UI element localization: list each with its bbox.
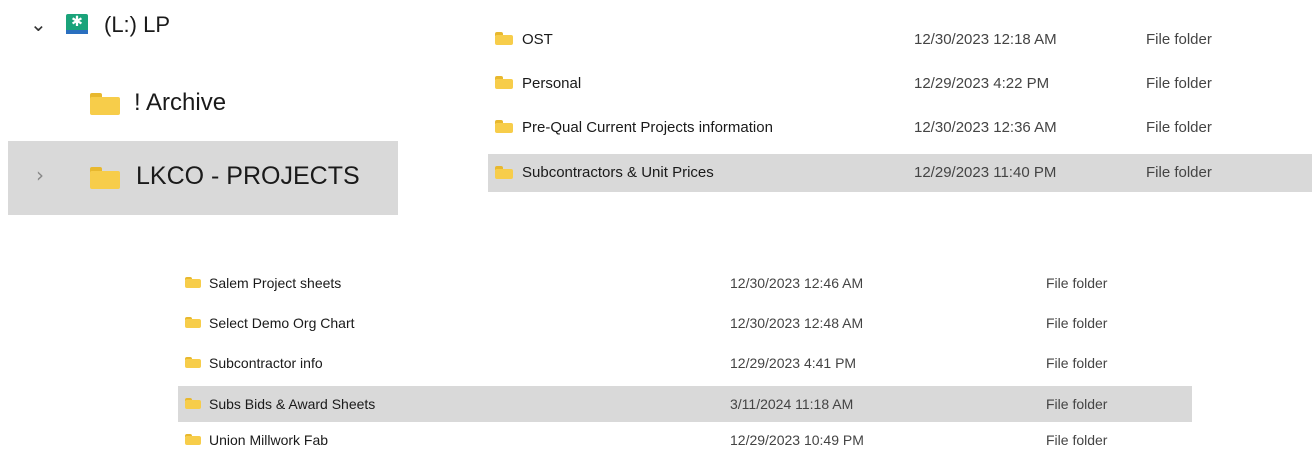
file-type: File folder [1046,355,1108,371]
file-name: Personal [522,75,582,92]
folder-icon [495,32,513,45]
file-date-modified: 3/11/2024 11:18 AM [730,396,854,412]
file-row-select-demo[interactable]: Select Demo Org Chart 12/30/2023 12:48 A… [178,304,1192,342]
folder-icon [495,76,513,89]
folder-icon [185,277,201,288]
file-type: File folder [1046,396,1108,412]
nav-item-label: ! Archive [134,89,227,116]
folder-icon [90,93,120,115]
folder-icon [185,434,201,445]
nav-item-label: LKCO - PROJECTS [136,162,360,190]
file-date-modified: 12/30/2023 12:36 AM [914,119,1057,136]
file-name: Pre-Qual Current Projects information [522,119,773,136]
file-name: OST [522,31,553,48]
chevron-right-icon[interactable]: › [36,163,44,187]
file-name: Union Millwork Fab [209,432,329,448]
file-name: Salem Project sheets [209,275,342,291]
file-row-salem[interactable]: Salem Project sheets 12/30/2023 12:46 AM… [178,264,1192,302]
file-date-modified: 12/29/2023 11:40 PM [914,164,1057,181]
file-type: File folder [1146,75,1212,92]
file-date-modified: 12/29/2023 4:41 PM [730,355,857,371]
file-type: File folder [1146,119,1212,136]
file-date-modified: 12/29/2023 10:49 PM [730,432,864,448]
file-name: Subs Bids & Award Sheets [209,396,376,412]
file-row-personal[interactable]: Personal 12/29/2023 4:22 PM File folder [488,64,1312,104]
nav-item-lkco-projects[interactable]: › LKCO - PROJECTS [8,141,398,215]
navigation-tree: ⌄ ✱ (L:) LP ! Archive › LKCO - PROJECTS [0,0,400,220]
file-list-bottom: Salem Project sheets 12/30/2023 12:46 AM… [178,264,1192,454]
nav-item-label: (L:) LP [104,12,171,37]
file-row-subs-bids[interactable]: Subs Bids & Award Sheets 3/11/2024 11:18… [178,386,1192,422]
file-date-modified: 12/30/2023 12:46 AM [730,275,864,291]
file-type: File folder [1046,315,1108,331]
file-type: File folder [1046,275,1108,291]
file-row-subcontractor-info[interactable]: Subcontractor info 12/29/2023 4:41 PM Fi… [178,344,1192,382]
file-row-pre-qual[interactable]: Pre-Qual Current Projects information 12… [488,108,1312,148]
file-date-modified: 12/30/2023 12:18 AM [914,31,1057,48]
file-type: File folder [1046,432,1108,448]
file-row-ost[interactable]: OST 12/30/2023 12:18 AM File folder [488,20,1312,60]
folder-icon [495,166,513,179]
folder-icon [185,357,201,368]
file-row-union-millwork[interactable]: Union Millwork Fab 12/29/2023 10:49 PM F… [178,426,1192,454]
nav-item-drive-l[interactable]: ⌄ ✱ (L:) LP [0,8,300,44]
network-drive-icon: ✱ [66,14,88,34]
file-name: Subcontractor info [209,355,323,371]
folder-icon [90,167,120,189]
folder-icon [185,317,201,328]
file-list-top: OST 12/30/2023 12:18 AM File folder Pers… [488,20,1312,196]
file-name: Select Demo Org Chart [209,315,355,331]
chevron-down-icon[interactable]: ⌄ [30,12,47,36]
file-row-subcontractors-unit-prices[interactable]: Subcontractors & Unit Prices 12/29/2023 … [488,154,1312,192]
file-date-modified: 12/29/2023 4:22 PM [914,75,1050,92]
file-type: File folder [1146,31,1212,48]
file-date-modified: 12/30/2023 12:48 AM [730,315,864,331]
nav-item-archive[interactable]: ! Archive [0,84,398,124]
file-name: Subcontractors & Unit Prices [522,164,714,181]
folder-icon [185,398,201,409]
folder-icon [495,120,513,133]
file-type: File folder [1146,164,1212,181]
